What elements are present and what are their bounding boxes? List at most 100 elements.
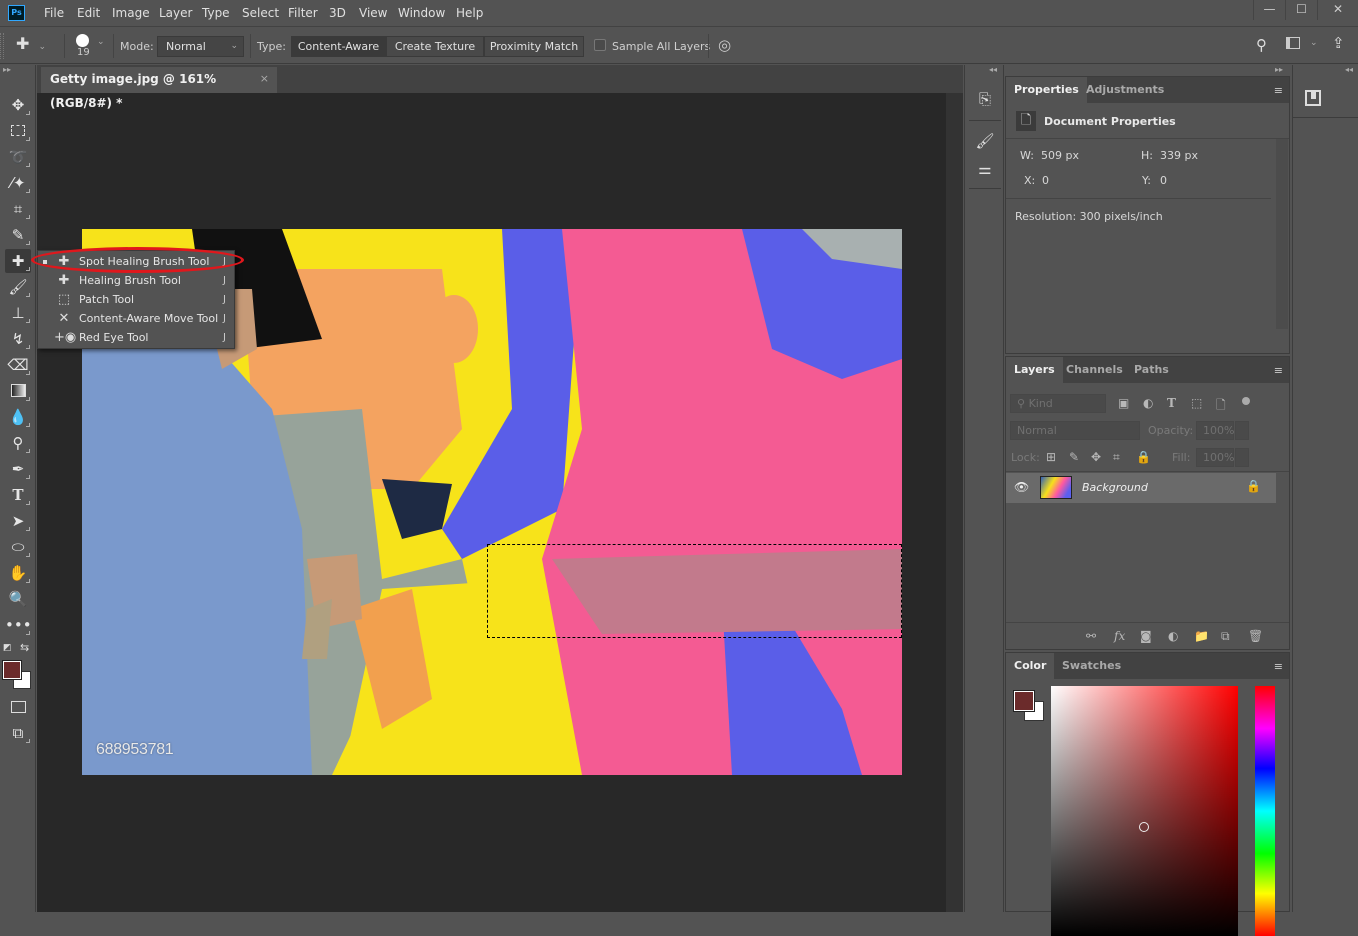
options-grip[interactable] — [0, 33, 4, 59]
tool-preset-picker[interactable]: ✚ ⌄ — [16, 34, 56, 58]
quick-mask-icon[interactable] — [5, 695, 31, 719]
flyout-item-patch[interactable]: ⬚ Patch Tool J — [38, 290, 234, 309]
menu-filter[interactable]: Filter — [288, 6, 318, 20]
path-selection-tool-icon[interactable]: ➤ — [5, 509, 31, 533]
vertical-scrollbar[interactable] — [946, 93, 963, 912]
eye-visibility-icon[interactable]: 👁 — [1014, 480, 1029, 494]
default-colors-icon[interactable]: ◩ — [3, 643, 12, 653]
close-window-button[interactable]: ✕ — [1317, 0, 1358, 20]
flyout-item-red-eye[interactable]: +◉ Red Eye Tool J — [38, 328, 234, 347]
tab-paths[interactable]: Paths — [1126, 357, 1177, 383]
sample-all-layers-label[interactable]: Sample All Layers — [612, 40, 710, 53]
expand-panels-icon[interactable]: ▸▸ — [1275, 65, 1283, 74]
height-value[interactable]: 339 px — [1160, 149, 1198, 162]
eraser-tool-icon[interactable]: ⌫ — [5, 353, 31, 377]
zoom-tool-icon[interactable]: 🔍 — [5, 587, 31, 611]
filter-pixel-icon[interactable]: ▣ — [1118, 396, 1129, 410]
layer-style-fx-icon[interactable]: fx — [1114, 629, 1125, 643]
mode-select[interactable]: Normal ⌄ — [157, 36, 244, 57]
filter-type-icon[interactable]: T — [1167, 396, 1176, 410]
collapse-dock-icon[interactable]: ◂◂ — [1345, 65, 1353, 74]
history-brush-tool-icon[interactable]: ↯ — [5, 327, 31, 351]
flyout-item-healing-brush[interactable]: ✚ Healing Brush Tool J — [38, 271, 234, 290]
brush-presets-icon[interactable]: ⚌ — [973, 157, 997, 181]
blend-mode-select[interactable]: Normal — [1010, 421, 1140, 440]
type-create-texture-button[interactable]: Create Texture — [386, 36, 484, 57]
blur-tool-icon[interactable]: 💧 — [5, 405, 31, 429]
type-tool-icon[interactable]: T — [5, 483, 31, 507]
lock-transparent-icon[interactable]: ⊞ — [1046, 450, 1056, 464]
history-panel-icon[interactable]: ⎘ — [973, 87, 997, 111]
panel-menu-icon[interactable]: ≡ — [1274, 84, 1283, 97]
filter-smart-object-icon[interactable]: 🗋 — [1216, 396, 1226, 417]
menu-window[interactable]: Window — [398, 6, 445, 20]
fill-field[interactable]: 100% — [1196, 448, 1234, 467]
menu-image[interactable]: Image — [112, 6, 150, 20]
menu-3d[interactable]: 3D — [329, 6, 346, 20]
gradient-tool-icon[interactable] — [5, 379, 31, 403]
minimize-button[interactable]: — — [1253, 0, 1285, 20]
expand-toolbar-icon[interactable]: ▸▸ — [3, 65, 11, 74]
link-layers-icon[interactable]: ⚯ — [1086, 629, 1096, 643]
document-tab[interactable]: Getty image.jpg @ 161% (RGB/8#) * × — [41, 67, 277, 110]
search-icon[interactable]: ⚲ — [1256, 36, 1267, 54]
menu-help[interactable]: Help — [456, 6, 483, 20]
maximize-button[interactable]: ☐ — [1285, 0, 1317, 20]
menu-edit[interactable]: Edit — [77, 6, 100, 20]
menu-layer[interactable]: Layer — [159, 6, 192, 20]
crop-tool-icon[interactable]: ⌗ — [5, 197, 31, 221]
properties-scrollbar[interactable] — [1276, 139, 1288, 329]
swap-colors-icon[interactable]: ⇆ — [20, 641, 29, 654]
color-picker-cursor[interactable] — [1139, 822, 1149, 832]
saturation-brightness-field[interactable] — [1051, 686, 1238, 936]
tab-layers[interactable]: Layers — [1006, 357, 1063, 383]
x-value[interactable]: 0 — [1042, 174, 1049, 187]
lock-position-icon[interactable]: ✥ — [1091, 450, 1101, 464]
opacity-slider-toggle[interactable] — [1235, 421, 1249, 440]
lock-artboard-icon[interactable]: ⌗ — [1113, 450, 1120, 465]
libraries-panel-icon[interactable] — [1305, 90, 1321, 106]
layer-name[interactable]: Background — [1082, 481, 1148, 494]
new-group-folder-icon[interactable]: 📁 — [1194, 629, 1209, 643]
lock-all-icon[interactable]: 🔒 — [1136, 450, 1151, 464]
fill-slider-toggle[interactable] — [1235, 448, 1249, 467]
spot-healing-brush-tool-icon[interactable]: ✚ — [5, 249, 31, 273]
hue-slider[interactable] — [1255, 686, 1275, 936]
filter-shape-icon[interactable]: ⬚ — [1191, 396, 1202, 410]
workspace-icon[interactable] — [1286, 37, 1300, 49]
eyedropper-tool-icon[interactable]: ✎ — [5, 223, 31, 247]
foreground-color-swatch[interactable] — [1013, 690, 1035, 712]
menu-view[interactable]: View — [359, 6, 387, 20]
new-layer-icon[interactable]: ⧉ — [1221, 629, 1230, 644]
tab-swatches[interactable]: Swatches — [1054, 653, 1129, 679]
magic-wand-tool-icon[interactable]: ⁄✦ — [5, 171, 31, 195]
pressure-size-icon[interactable]: ◎ — [718, 36, 731, 54]
menu-select[interactable]: Select — [242, 6, 279, 20]
type-proximity-match-button[interactable]: Proximity Match — [484, 36, 584, 57]
opacity-field[interactable]: 100% — [1196, 421, 1234, 440]
filter-toggle-icon[interactable] — [1242, 397, 1250, 405]
lasso-tool-icon[interactable]: ➰ — [5, 145, 31, 169]
filter-adjustment-icon[interactable]: ◐ — [1143, 396, 1153, 410]
layer-row[interactable]: 👁 Background 🔒 — [1006, 473, 1276, 503]
collapse-dock-icon[interactable]: ◂◂ — [989, 65, 997, 74]
tab-properties[interactable]: Properties — [1006, 77, 1087, 103]
menu-file[interactable]: File — [44, 6, 64, 20]
tab-channels[interactable]: Channels — [1058, 357, 1131, 383]
panel-menu-icon[interactable]: ≡ — [1274, 364, 1283, 377]
tab-color[interactable]: Color — [1006, 653, 1055, 679]
clone-stamp-tool-icon[interactable]: ⊥ — [5, 301, 31, 325]
menu-type[interactable]: Type — [202, 6, 230, 20]
move-tool-icon[interactable]: ✥ — [5, 93, 31, 117]
pen-tool-icon[interactable]: ✒ — [5, 457, 31, 481]
layer-filter-kind[interactable]: ⚲ Kind — [1010, 394, 1106, 413]
flyout-item-content-aware-move[interactable]: ✕ Content-Aware Move Tool J — [38, 309, 234, 328]
dodge-tool-icon[interactable]: ⚲ — [5, 431, 31, 455]
hand-tool-icon[interactable]: ✋ — [5, 561, 31, 585]
share-icon[interactable]: ⇪ — [1332, 34, 1345, 52]
add-mask-icon[interactable]: ◙ — [1140, 629, 1152, 643]
lock-pixels-icon[interactable]: ✎ — [1069, 450, 1079, 464]
selection-marquee[interactable] — [487, 544, 902, 638]
tab-adjustments[interactable]: Adjustments — [1078, 77, 1172, 103]
flyout-item-spot-healing-brush[interactable]: ✚ Spot Healing Brush Tool J — [38, 252, 234, 271]
